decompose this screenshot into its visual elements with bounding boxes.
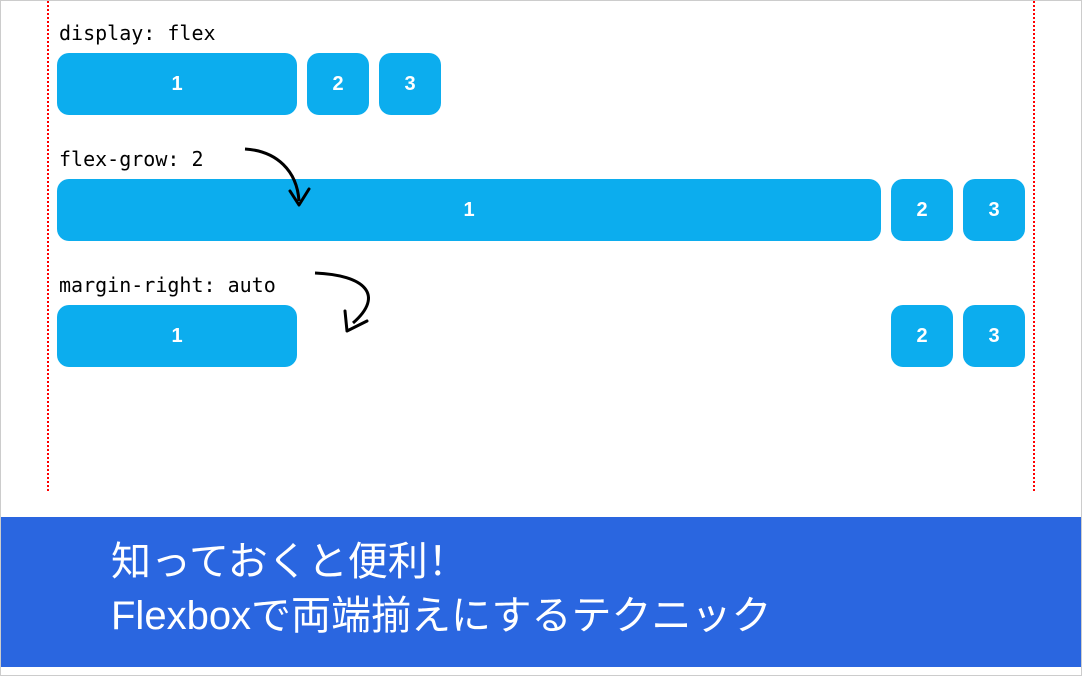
title-banner: 知っておくと便利！ Flexboxで両端揃えにするテクニック	[1, 517, 1081, 667]
flex-row-3: 1 2 3	[57, 305, 1025, 367]
flex-row-2: 1 2 3	[57, 179, 1025, 241]
flex-box: 2	[307, 53, 369, 115]
flex-box: 2	[891, 305, 953, 367]
flex-box: 1	[57, 53, 297, 115]
flex-box: 1	[57, 305, 297, 367]
flex-row-1: 1 2 3	[57, 53, 1025, 115]
banner-line-2: Flexboxで両端揃えにするテクニック	[111, 589, 1041, 643]
example-label-1: display: flex	[59, 21, 1035, 45]
flex-box: 3	[963, 179, 1025, 241]
diagram-area: display: flex 1 2 3 flex-grow: 2 1 2 3 m…	[1, 1, 1081, 491]
banner-line-1: 知っておくと便利！	[111, 535, 1041, 589]
flex-box: 3	[963, 305, 1025, 367]
example-label-3: margin-right: auto	[59, 273, 1035, 297]
guideline-right	[1033, 1, 1035, 491]
guideline-left	[47, 1, 49, 491]
example-label-2: flex-grow: 2	[59, 147, 1035, 171]
flex-box: 1	[57, 179, 881, 241]
flex-box: 3	[379, 53, 441, 115]
flex-box: 2	[891, 179, 953, 241]
